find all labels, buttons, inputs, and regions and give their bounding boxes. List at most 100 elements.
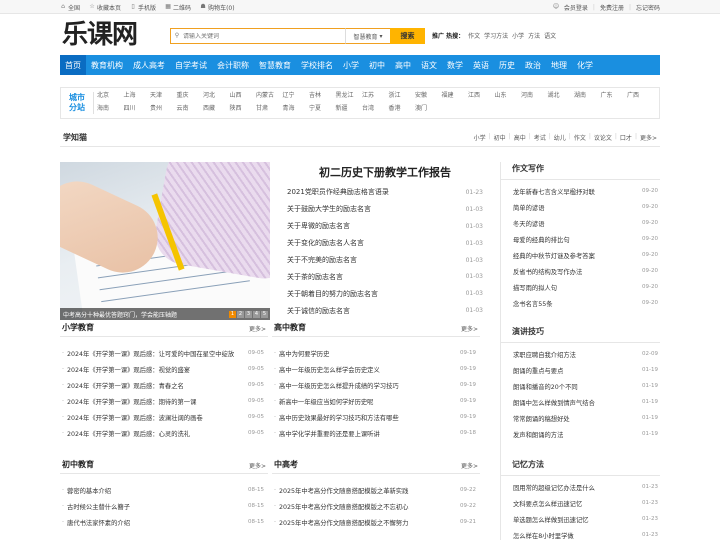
nav-item[interactable]: 政治 xyxy=(520,55,546,75)
city-link[interactable]: 江苏 xyxy=(362,91,389,101)
city-link[interactable]: 黑龙江 xyxy=(336,91,363,101)
list-item[interactable]: 朗诵和播音的20个不同 01-19 xyxy=(500,378,660,394)
xuezhimao-link[interactable]: 更多> xyxy=(640,133,657,142)
list-item[interactable]: · 2024年《开学第一课》观后感：视觉的盛宴 09-05 xyxy=(60,361,268,377)
city-link[interactable]: 安徽 xyxy=(415,91,442,101)
list-item[interactable]: 文科要点怎么样迅速记忆 01-23 xyxy=(500,495,660,511)
list-item[interactable]: 简单的谚语 09-20 xyxy=(500,199,660,215)
search-scope-select[interactable]: 智慧教育 ▾ xyxy=(345,28,390,44)
city-link[interactable]: 贵州 xyxy=(150,104,177,114)
list-item[interactable]: 朗诵中怎么样做到情声气结合 01-19 xyxy=(500,394,660,410)
list-item[interactable]: 反省书的结构及写作办法 09-20 xyxy=(500,263,660,279)
xuezhimao-link[interactable]: 高中 xyxy=(514,133,526,142)
more-link[interactable]: 更多> xyxy=(249,324,266,333)
city-link[interactable]: 浙江 xyxy=(389,91,416,101)
nav-item[interactable]: 英语 xyxy=(468,55,494,75)
top-link-mobile[interactable]: ▯ 手机版 xyxy=(130,3,156,12)
nav-item[interactable]: 语文 xyxy=(416,55,442,75)
hot-term[interactable]: 学习方法 xyxy=(484,31,508,40)
list-item[interactable]: 描写雨的拟人句 09-20 xyxy=(500,279,660,295)
nav-item[interactable]: 小学 xyxy=(338,55,364,75)
top-link-home[interactable]: ⌂ 全国 xyxy=(60,3,80,12)
list-item[interactable]: 关于卑微的励志名言 01-03 xyxy=(287,218,483,235)
nav-item[interactable]: 化学 xyxy=(572,55,598,75)
list-item[interactable]: 固用常的超级记忆办法是什么 01-23 xyxy=(500,479,660,495)
slide-page-button[interactable]: 3 xyxy=(245,310,252,318)
list-item[interactable]: 关于茶的励志名言 01-03 xyxy=(287,268,483,285)
list-item[interactable]: · 高中学化学并重要的还是要上课听讲 09-18 xyxy=(272,425,480,441)
city-link[interactable]: 河南 xyxy=(521,91,548,101)
list-item[interactable]: 2021党职员作经典励志格言语录 01-23 xyxy=(287,184,483,201)
list-item[interactable]: · 2024年《开学第一课》观后感：期待的第一课 09-05 xyxy=(60,393,268,409)
list-item[interactable]: 求职应聘自我介绍方法 02-09 xyxy=(500,346,660,362)
xuezhimao-link[interactable]: 口才 xyxy=(620,133,632,142)
xuezhimao-link[interactable]: 幼儿 xyxy=(554,133,566,142)
list-item[interactable]: 关于诚信的励志名言 01-03 xyxy=(287,302,483,319)
list-item[interactable]: · 高中历史效果最好的学习技巧和方法有哪些 09-19 xyxy=(272,409,480,425)
list-item[interactable]: · 唐代书法家怀素的介绍 08-15 xyxy=(60,514,268,530)
xuezhimao-link[interactable]: 考试 xyxy=(534,133,546,142)
city-link[interactable]: 广东 xyxy=(601,91,628,101)
nav-item[interactable]: 高中 xyxy=(390,55,416,75)
top-link-cart[interactable]: ☗ 购物车(0) xyxy=(200,3,234,12)
list-item[interactable]: · 新高中一年级应当如何学好历史呢 09-19 xyxy=(272,393,480,409)
nav-item[interactable]: 智慧教育 xyxy=(254,55,296,75)
search-button[interactable]: 搜索 xyxy=(390,28,425,44)
slide-page-button[interactable]: 5 xyxy=(261,310,268,318)
nav-item[interactable]: 教育机构 xyxy=(86,55,128,75)
city-link[interactable]: 海南 xyxy=(97,104,124,114)
list-item[interactable]: · 2025年中考高分作文随意搭配模版之不忘初心 09-22 xyxy=(272,498,480,514)
list-item[interactable]: 经典的中秋节灯谜及参考答案 09-20 xyxy=(500,247,660,263)
nav-item[interactable]: 数学 xyxy=(442,55,468,75)
slide-page-button[interactable]: 2 xyxy=(237,310,244,318)
city-link[interactable]: 江西 xyxy=(468,91,495,101)
list-item[interactable]: · 古时候公主替什么簪子 08-15 xyxy=(60,498,268,514)
city-link[interactable]: 陕西 xyxy=(230,104,257,114)
nav-item[interactable]: 历史 xyxy=(494,55,520,75)
city-link[interactable]: 湖北 xyxy=(548,91,575,101)
city-link[interactable]: 四川 xyxy=(124,104,151,114)
city-link[interactable]: 云南 xyxy=(177,104,204,114)
list-item[interactable]: 单选题怎么样做到迅速记忆 01-23 xyxy=(500,511,660,527)
nav-item[interactable]: 学校排名 xyxy=(296,55,338,75)
list-item[interactable]: 常常朗诵的稿想好处 01-19 xyxy=(500,410,660,426)
login-link[interactable]: 会员登录 xyxy=(564,3,588,12)
list-item[interactable]: · 蓉密的基本介绍 08-15 xyxy=(60,482,268,498)
list-item[interactable]: 朗诵的重点与要点 01-19 xyxy=(500,362,660,378)
nav-item[interactable]: 会计职称 xyxy=(212,55,254,75)
list-item[interactable]: · 2024年《开学第一课》观后感：心灵的洗礼 09-05 xyxy=(60,425,268,441)
list-item[interactable]: · 高中为何要学历史 09-19 xyxy=(272,345,480,361)
nav-item[interactable]: 初中 xyxy=(364,55,390,75)
list-item[interactable]: 关于变化的励志名人名言 01-03 xyxy=(287,235,483,252)
nav-item[interactable]: 地理 xyxy=(546,55,572,75)
list-item[interactable]: · 2025年中考高分作文随意搭配模版之不懈努力 09-21 xyxy=(272,514,480,530)
list-item[interactable]: 冬天的谚语 09-20 xyxy=(500,215,660,231)
nav-item[interactable]: 成人高考 xyxy=(128,55,170,75)
nav-item[interactable]: 首页 xyxy=(60,55,86,75)
hot-term[interactable]: 方法 xyxy=(528,31,540,40)
city-link[interactable]: 山西 xyxy=(230,91,257,101)
city-link[interactable]: 广西 xyxy=(627,91,654,101)
city-link[interactable]: 内蒙古 xyxy=(256,91,283,101)
list-item[interactable]: · 2024年《开学第一课》观后感：波澜壮阔的画卷 09-05 xyxy=(60,409,268,425)
list-item[interactable]: · 高中一年级历史怎么样学会历史定义 09-19 xyxy=(272,361,480,377)
register-link[interactable]: 免费注册 xyxy=(600,3,624,12)
more-link[interactable]: 更多> xyxy=(461,324,478,333)
city-link[interactable]: 宁夏 xyxy=(309,104,336,114)
slide-page-button[interactable]: 1 xyxy=(229,310,236,318)
top-link-qrcode[interactable]: ▦ 二维码 xyxy=(165,3,191,12)
search-input[interactable] xyxy=(183,32,333,40)
city-link[interactable]: 山东 xyxy=(495,91,522,101)
list-item[interactable]: 发声和朗诵的方法 01-19 xyxy=(500,426,660,442)
city-link[interactable]: 台湾 xyxy=(362,104,389,114)
hot-term[interactable]: 小学 xyxy=(512,31,524,40)
list-item[interactable]: 龙年新春七言含义早楹抒对联 09-20 xyxy=(500,183,660,199)
list-item[interactable]: · 高中一年级历史怎么样提升成绩的学习技巧 09-19 xyxy=(272,377,480,393)
top-link-star[interactable]: ☆ 收藏本页 xyxy=(89,3,121,12)
city-link[interactable]: 上海 xyxy=(124,91,151,101)
list-item[interactable]: · 2025年中考高分作文随意搭配模版之革新实践 09-22 xyxy=(272,482,480,498)
city-link[interactable]: 新疆 xyxy=(336,104,363,114)
hot-term[interactable]: 语文 xyxy=(544,31,556,40)
city-link[interactable]: 河北 xyxy=(203,91,230,101)
list-item[interactable]: 关于鼓励大学生的励志名言 01-03 xyxy=(287,201,483,218)
